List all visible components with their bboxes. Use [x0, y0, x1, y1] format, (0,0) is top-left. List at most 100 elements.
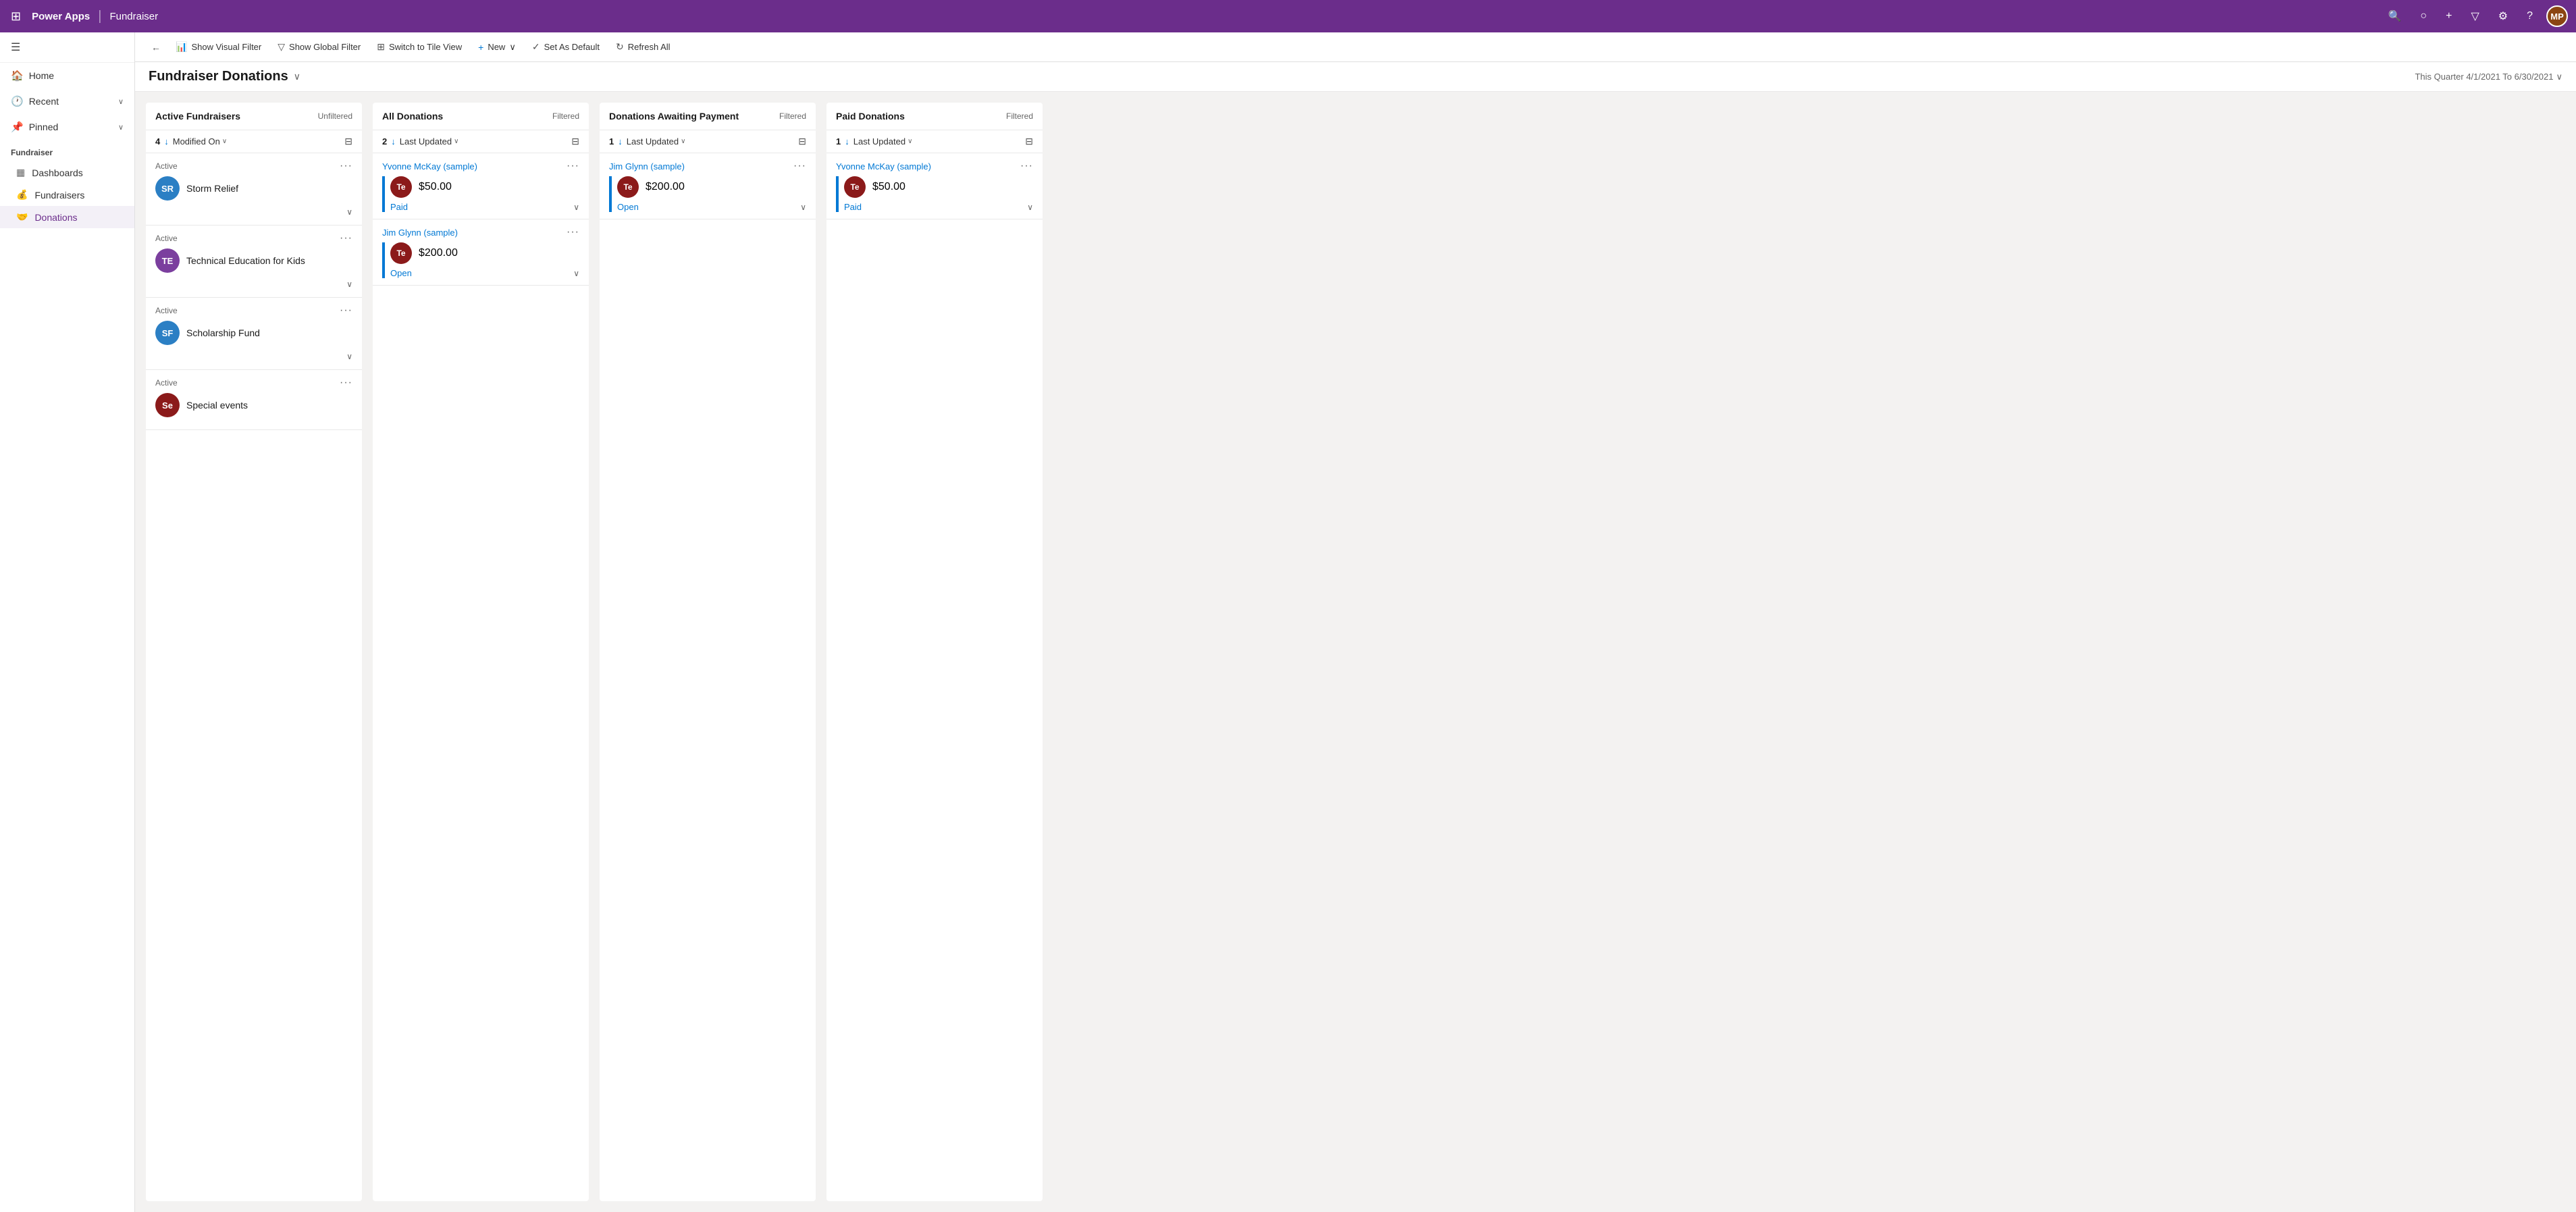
- show-visual-filter-label: Show Visual Filter: [191, 42, 261, 52]
- sort-field-awaiting-payment[interactable]: Last Updated ∨: [627, 136, 686, 147]
- card-more-special-events[interactable]: ···: [340, 377, 352, 389]
- dashboards-icon: ▦: [16, 167, 25, 178]
- nav-divider: |: [98, 9, 101, 24]
- donation-avatar-yvonne-paid: Te: [844, 176, 866, 198]
- page-title-container: Fundraiser Donations ∨: [149, 69, 300, 84]
- card-expand-technical-education[interactable]: ∨: [346, 280, 352, 289]
- card-more-technical-education[interactable]: ···: [340, 232, 352, 244]
- col-cards-all-donations: Yvonne McKay (sample) ··· Te $50.00 Paid…: [373, 153, 589, 1201]
- pinned-icon: 📌: [11, 121, 24, 133]
- grid-menu-icon[interactable]: ⊞: [8, 7, 24, 26]
- sidebar-recent-label: Recent: [29, 96, 59, 107]
- sidebar-item-recent[interactable]: 🕐 Recent ∨: [0, 88, 134, 114]
- sort-arrow-icon[interactable]: ↓: [164, 136, 169, 147]
- gear-icon[interactable]: ⚙: [2493, 7, 2513, 26]
- new-button[interactable]: + New ∨: [471, 38, 523, 57]
- view-toggle-awaiting-icon[interactable]: ⊟: [798, 136, 806, 147]
- col-sort-all-donations: 2 ↓ Last Updated ∨ ⊟: [373, 130, 589, 153]
- sidebar-section-label: Fundraiser: [0, 140, 134, 161]
- donation-avatar-yvonne-all: Te: [390, 176, 412, 198]
- card-expand-storm-relief[interactable]: ∨: [346, 207, 352, 217]
- donation-more-yvonne-all[interactable]: ···: [567, 160, 579, 172]
- switch-to-tile-view-button[interactable]: ⊞ Switch to Tile View: [370, 37, 469, 57]
- card-name-scholarship-fund: Scholarship Fund: [186, 327, 260, 338]
- show-visual-filter-button[interactable]: 📊 Show Visual Filter: [169, 37, 268, 57]
- sidebar-item-dashboards[interactable]: ▦ Dashboards: [0, 161, 134, 184]
- sidebar-item-fundraisers[interactable]: 💰 Fundraisers: [0, 184, 134, 206]
- hamburger-menu[interactable]: ☰: [0, 32, 134, 63]
- recent-icon: 🕐: [11, 95, 24, 107]
- donation-expand-jim-awaiting[interactable]: ∨: [800, 203, 806, 212]
- page-title-chevron-icon[interactable]: ∨: [294, 71, 300, 82]
- refresh-all-button[interactable]: ↻ Refresh All: [609, 37, 677, 57]
- help-icon[interactable]: ?: [2521, 7, 2538, 25]
- pinned-chevron-icon: ∨: [118, 123, 124, 132]
- checkmark-icon: ✓: [532, 41, 540, 53]
- donation-expand-jim-all[interactable]: ∨: [573, 269, 579, 278]
- sort-arrow-awaiting-payment-icon[interactable]: ↓: [618, 136, 623, 147]
- donation-donor-link-jim-awaiting[interactable]: Jim Glynn (sample): [609, 161, 685, 172]
- donation-status-link-jim-awaiting[interactable]: Open: [617, 202, 639, 212]
- donation-amount-jim-all: $200.00: [419, 247, 458, 259]
- sort-arrow-all-donations-icon[interactable]: ↓: [391, 136, 396, 147]
- filter-icon[interactable]: ▽: [2465, 7, 2484, 26]
- date-range[interactable]: This Quarter 4/1/2021 To 6/30/2021 ∨: [2415, 72, 2562, 82]
- card-more-scholarship-fund[interactable]: ···: [340, 305, 352, 317]
- view-toggle-icon[interactable]: ⊟: [344, 136, 352, 147]
- donation-status-link-yvonne-all[interactable]: Paid: [390, 202, 408, 212]
- col-count-awaiting-payment: 1: [609, 136, 614, 147]
- set-as-default-button[interactable]: ✓ Set As Default: [525, 37, 606, 57]
- donation-expand-yvonne-all[interactable]: ∨: [573, 203, 579, 212]
- card-expand-scholarship-fund[interactable]: ∨: [346, 352, 352, 361]
- sort-arrow-paid-donations-icon[interactable]: ↓: [845, 136, 849, 147]
- global-filter-icon: ▽: [278, 41, 285, 53]
- sidebar-item-pinned[interactable]: 📌 Pinned ∨: [0, 114, 134, 140]
- add-icon[interactable]: +: [2440, 7, 2457, 25]
- switch-to-tile-view-label: Switch to Tile View: [389, 42, 462, 52]
- show-global-filter-button[interactable]: ▽ Show Global Filter: [271, 37, 367, 57]
- col-cards-active-fundraisers: Active ··· SR Storm Relief ∨: [146, 153, 362, 1201]
- card-more-storm-relief[interactable]: ···: [340, 160, 352, 172]
- main-content: ← 📊 Show Visual Filter ▽ Show Global Fil…: [135, 32, 2576, 1212]
- sort-field-all-donations[interactable]: Last Updated ∨: [400, 136, 459, 147]
- view-toggle-all-donations-icon[interactable]: ⊟: [571, 136, 579, 147]
- user-avatar[interactable]: MP: [2546, 5, 2568, 27]
- donation-donor-link-yvonne-paid[interactable]: Yvonne McKay (sample): [836, 161, 931, 172]
- card-status-technical-education: Active: [155, 234, 178, 243]
- col-sort-active-fundraisers: 4 ↓ Modified On ∨ ⊟: [146, 130, 362, 153]
- refresh-all-label: Refresh All: [628, 42, 671, 52]
- sidebar-item-home[interactable]: 🏠 Home: [0, 63, 134, 88]
- donation-donor-link-yvonne-all[interactable]: Yvonne McKay (sample): [382, 161, 477, 172]
- search-icon[interactable]: 🔍: [2383, 7, 2407, 26]
- date-range-text: This Quarter 4/1/2021 To 6/30/2021: [2415, 72, 2553, 82]
- donation-status-link-jim-all[interactable]: Open: [390, 268, 412, 278]
- card-status-special-events: Active: [155, 378, 178, 388]
- col-filter-awaiting-payment: Filtered: [779, 111, 806, 121]
- donation-more-yvonne-paid[interactable]: ···: [1020, 160, 1033, 172]
- donation-status-link-yvonne-paid[interactable]: Paid: [844, 202, 862, 212]
- sidebar-item-donations[interactable]: 🤝 Donations: [0, 206, 134, 228]
- col-title-paid-donations: Paid Donations: [836, 111, 1001, 122]
- settings-icon[interactable]: ○: [2415, 7, 2432, 25]
- col-filter-all-donations: Filtered: [552, 111, 579, 121]
- sidebar-pinned-label: Pinned: [29, 122, 59, 132]
- col-count-all-donations: 2: [382, 136, 387, 147]
- home-icon: 🏠: [11, 70, 24, 82]
- donation-card-jim-awaiting: Jim Glynn (sample) ··· Te $200.00 Open ∨: [600, 153, 816, 219]
- fundraiser-card-storm-relief: Active ··· SR Storm Relief ∨: [146, 153, 362, 226]
- back-button[interactable]: ←: [146, 38, 166, 57]
- donation-more-jim-all[interactable]: ···: [567, 226, 579, 238]
- col-title-awaiting-payment: Donations Awaiting Payment: [609, 111, 774, 122]
- donation-avatar-jim-all: Te: [390, 242, 412, 264]
- sort-field-paid-donations[interactable]: Last Updated ∨: [853, 136, 913, 147]
- donation-donor-link-jim-all[interactable]: Jim Glynn (sample): [382, 228, 458, 238]
- sort-field-active-fundraisers[interactable]: Modified On ∨: [173, 136, 227, 147]
- donation-more-jim-awaiting[interactable]: ···: [793, 160, 806, 172]
- card-name-storm-relief: Storm Relief: [186, 183, 238, 194]
- view-toggle-paid-icon[interactable]: ⊟: [1025, 136, 1033, 147]
- col-header-awaiting-payment: Donations Awaiting Payment Filtered: [600, 103, 816, 130]
- sort-field-chevron-all-donations-icon: ∨: [454, 138, 458, 145]
- kanban-col-active-fundraisers: Active Fundraisers Unfiltered 4 ↓ Modifi…: [146, 103, 362, 1201]
- donation-expand-yvonne-paid[interactable]: ∨: [1027, 203, 1033, 212]
- date-range-chevron-icon: ∨: [2556, 72, 2562, 82]
